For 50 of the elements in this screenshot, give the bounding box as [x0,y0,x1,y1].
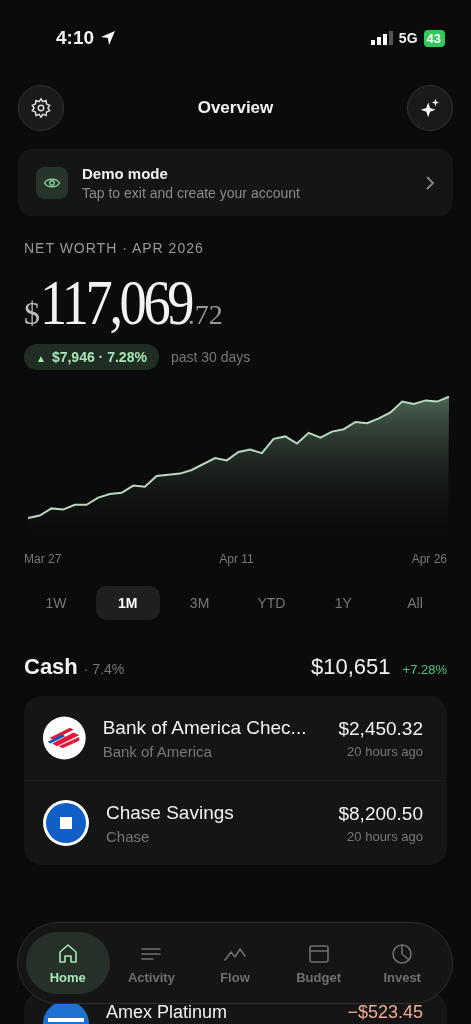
account-balance: $8,200.50 [338,802,423,825]
range-tab[interactable]: 3M [167,586,232,620]
date-label: Apr 26 [411,552,447,566]
nav-tab[interactable]: Budget [276,932,361,994]
currency-sign: $ [24,295,40,332]
section-share: · 7.4% [83,661,125,677]
bank-logo-icon [42,714,87,762]
updated-time: 20 hours ago [347,828,423,844]
section-title: Cash [24,654,78,680]
range-tab[interactable]: All [383,586,447,620]
period-label: past 30 days [170,349,251,365]
network-label: 5G [398,30,418,46]
eye-icon [36,166,68,199]
account-name[interactable]: Bank of America Chec... [102,716,307,739]
nav-tab[interactable]: Home [26,932,110,994]
settings-icon [30,97,52,119]
settings-button[interactable] [18,85,64,131]
institution-name: Bank of America [102,742,212,760]
clock-time: 4:10 [56,27,95,49]
page-title: Overview [197,98,274,118]
nav-tab[interactable]: Activity [109,932,194,994]
nav-tab[interactable]: Flow [193,932,277,994]
institution-name: Chase [106,827,150,845]
banner-subtitle: Tap to exit and create your account [82,184,301,201]
range-tab[interactable]: 1W [24,586,88,620]
date-label: Mar 27 [24,552,62,566]
date-label: Apr 11 [219,552,254,566]
section-total: $10,651 [311,654,391,680]
range-tab[interactable]: 1Y [311,586,376,620]
assistant-button[interactable] [407,85,453,131]
chevron-right-icon [425,174,435,191]
account-balance: $2,450.32 [338,717,423,740]
nav-tab[interactable]: Invest [360,932,444,994]
updated-time: 20 hours ago [347,743,423,759]
sparkles-icon [419,97,441,119]
signal-icon [370,31,393,45]
pie-chart-icon [390,941,415,966]
net-worth-label: NET WORTH · APR 2026 [23,240,205,256]
demo-mode-banner[interactable]: Demo mode Tap to exit and create your account [18,149,453,216]
bank-logo-icon [42,799,90,847]
range-tab[interactable]: YTD [239,586,304,620]
change-pill: ▲ $7,946 · 7.28% [24,344,159,370]
account-name[interactable]: Chase Savings [106,801,234,824]
account-name[interactable]: Amex Platinum [106,1002,228,1022]
banner-title: Demo mode [82,164,169,182]
location-arrow-icon [100,30,117,46]
account-balance: −$523.45 [347,1002,423,1022]
section-change: +7.28% [402,662,447,677]
battery-level: 43 [423,29,445,47]
range-tab[interactable]: 1M [95,586,160,620]
